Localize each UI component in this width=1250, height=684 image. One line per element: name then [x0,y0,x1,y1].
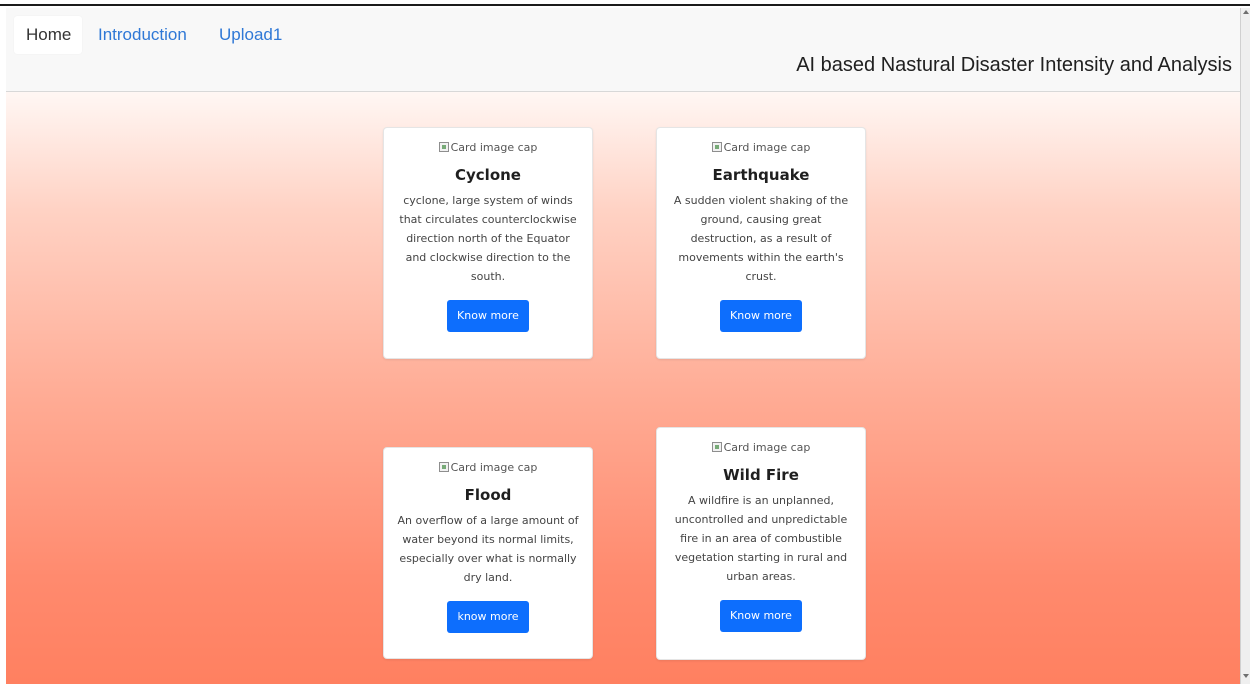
card-image-alt-text: Card image cap [450,140,538,154]
card-wild-fire: Card image cap Wild Fire A wildfire is a… [656,427,866,660]
know-more-button[interactable]: know more [447,601,529,633]
know-more-button[interactable]: Know more [720,600,802,632]
card-image-alt-text: Card image cap [723,440,811,454]
card-title: Earthquake [712,166,810,184]
main-content: Card image cap Cyclone cyclone, large sy… [6,92,1240,684]
card-flood: Card image cap Flood An overflow of a la… [383,447,593,659]
broken-image-icon [711,442,722,452]
card-description: cyclone, large system of winds that circ… [399,194,577,283]
card-cyclone: Card image cap Cyclone cyclone, large sy… [383,127,593,359]
card-image-placeholder: Card image cap [384,138,592,156]
broken-image-icon [438,462,449,472]
card-description: A wildfire is an unplanned, uncontrolled… [674,494,848,583]
card-description: A sudden violent shaking of the ground, … [673,194,849,283]
site-title: AI based Nastural Disaster Intensity and… [796,54,1232,76]
tab-introduction[interactable]: Introduction [86,16,199,54]
broken-image-icon [438,142,449,152]
card-title: Wild Fire [723,466,799,484]
broken-image-icon [711,142,722,152]
card-title: Flood [464,486,512,504]
card-description: An overflow of a large amount of water b… [397,514,579,584]
card-title: Cyclone [455,166,521,184]
top-window-edge [0,0,1250,6]
tab-home[interactable]: Home [14,16,82,54]
scroll-up-icon[interactable] [1243,10,1249,14]
tab-upload1[interactable]: Upload1 [207,16,294,54]
card-image-placeholder: Card image cap [657,138,865,156]
know-more-button[interactable]: Know more [720,300,802,332]
card-earthquake: Card image cap Earthquake A sudden viole… [656,127,866,359]
card-image-alt-text: Card image cap [450,460,538,474]
know-more-button[interactable]: Know more [447,300,529,332]
top-navbar: Home Introduction Upload1 AI based Nastu… [6,8,1240,92]
vertical-scrollbar[interactable] [1240,8,1250,684]
card-image-placeholder: Card image cap [657,438,865,456]
card-image-placeholder: Card image cap [384,458,592,476]
card-image-alt-text: Card image cap [723,140,811,154]
scroll-down-icon[interactable] [1243,674,1249,678]
